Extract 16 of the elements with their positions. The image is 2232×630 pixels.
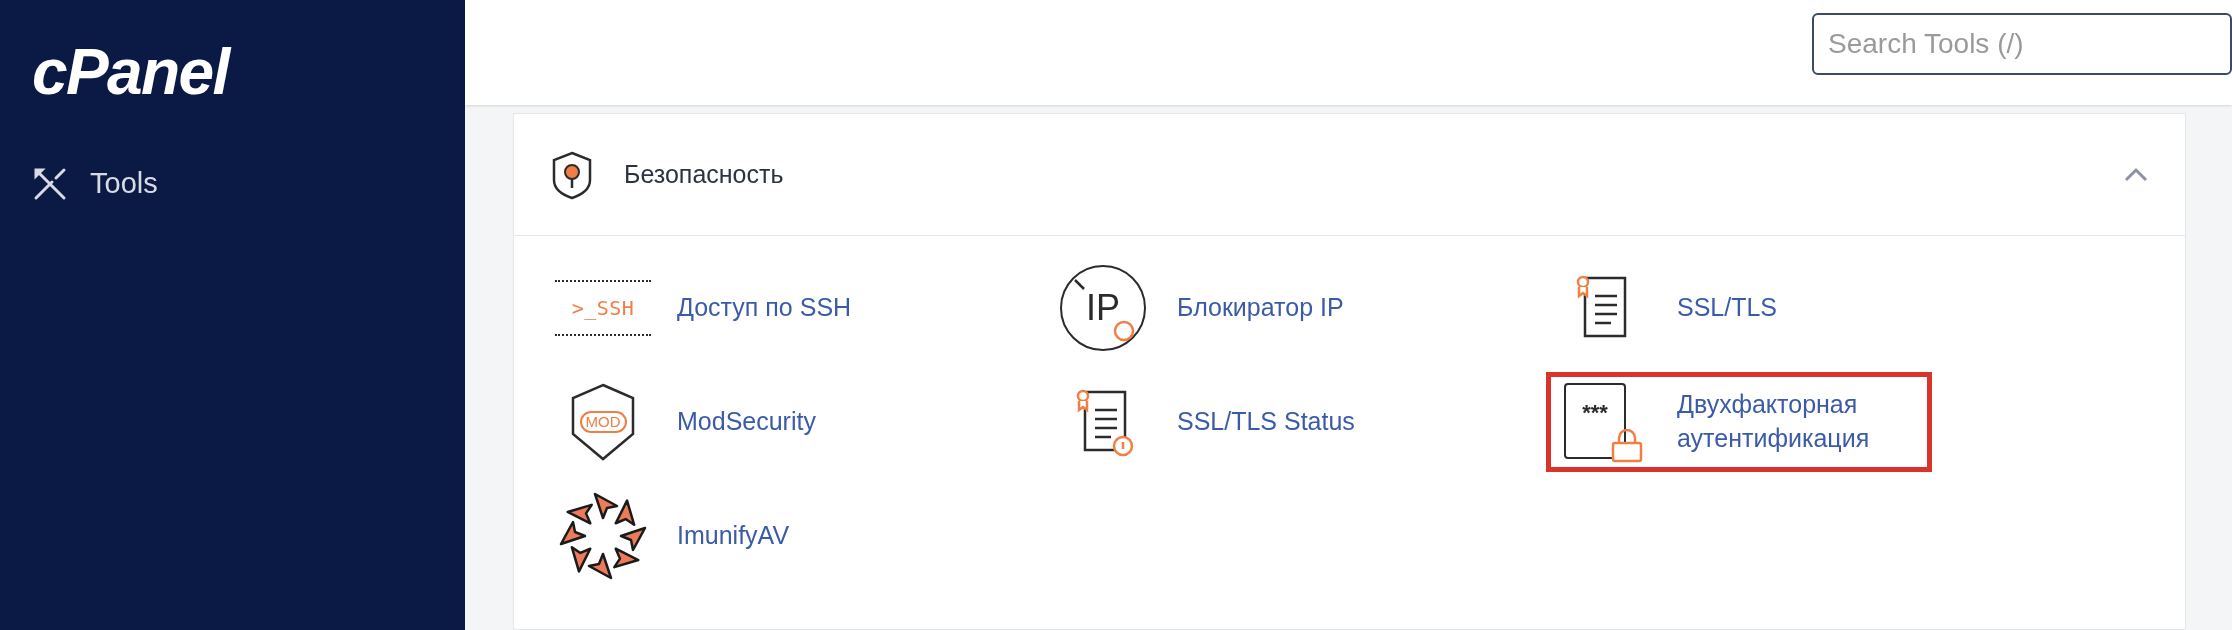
tool-link[interactable]: SSL/TLS <box>1546 258 1793 358</box>
section-title: Безопасность <box>624 158 784 190</box>
search-field[interactable]: Search Tools (/) <box>1812 13 2232 75</box>
sidebar-item[interactable]: Tools <box>32 162 465 206</box>
chevron-up-icon <box>2123 166 2149 183</box>
tool-link[interactable]: *** Двухфакторная аутентификация <box>1546 372 1932 472</box>
shield-icon <box>550 149 594 200</box>
logo: cPanel <box>32 40 232 104</box>
tool-link[interactable]: >_SSH Доступ по SSH <box>546 258 867 358</box>
tool-link[interactable]: SSL/TLS Status <box>1046 372 1370 472</box>
section-header[interactable]: Безопасность <box>514 114 2185 236</box>
tool-link[interactable]: ImunifyAV <box>546 486 805 586</box>
star-arrows-icon <box>557 490 649 582</box>
tool-link[interactable]: IP Блокиратор IP <box>1046 258 1359 358</box>
tool-link[interactable]: MOD ModSecurity <box>546 372 831 472</box>
blocked-ip-icon: IP <box>1060 265 1146 351</box>
